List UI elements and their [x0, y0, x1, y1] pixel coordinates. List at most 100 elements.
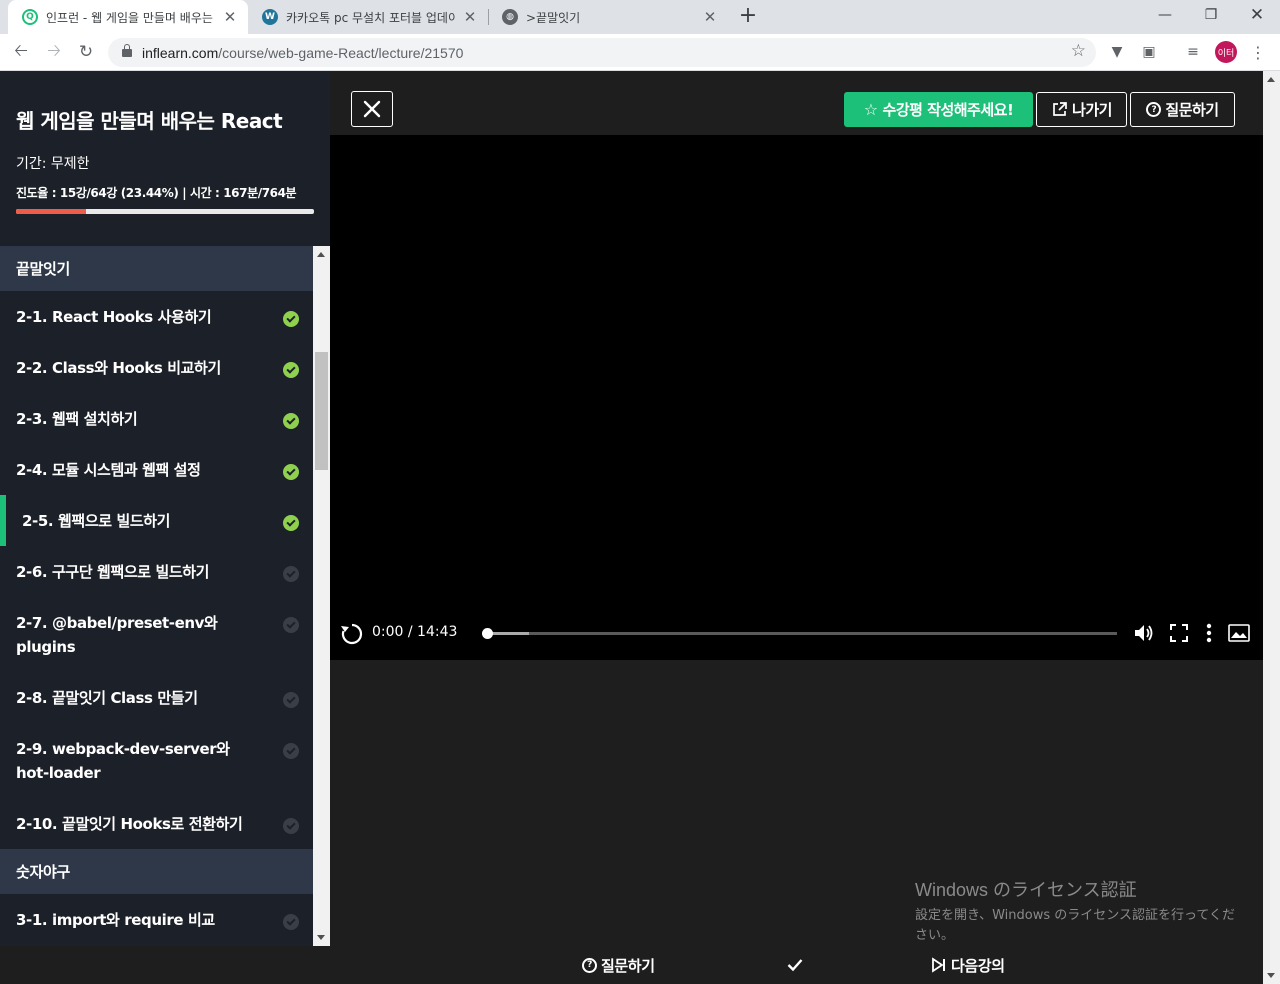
lecture-title: 2-1. React Hooks 사용하기 [16, 308, 212, 326]
lecture-title: 2-2. Class와 Hooks 비교하기 [16, 359, 221, 377]
watermark-title: Windows のライセンス認証 [915, 880, 1137, 900]
incomplete-check-icon [283, 818, 299, 834]
volume-icon[interactable] [1132, 621, 1156, 645]
browser-tab-kakao[interactable]: W 카카오톡 pc 무설치 포터블 업데이 ✕ [248, 0, 488, 34]
lecture-item[interactable]: 2-4. 모듈 시스템과 웹팩 설정 [0, 444, 313, 495]
bottom-question-label: 질문하기 [601, 956, 655, 975]
page-scrollbar[interactable] [1263, 71, 1280, 984]
next-lecture-button[interactable]: 다음강의 [931, 946, 1005, 984]
browser-toolbar: 🡠 🡢 ↻ inflearn.com/course/web-game-React… [0, 34, 1280, 71]
scroll-down-arrow-icon[interactable] [317, 935, 325, 940]
lecture-item[interactable]: 2-9. webpack-dev-server와 hot-loader [0, 723, 313, 798]
bottom-question-button[interactable]: ? 질문하기 [582, 946, 655, 984]
lecture-item[interactable]: 2-6. 구구단 웹팩으로 빌드하기 [0, 546, 313, 597]
windows-activation-watermark: Windows のライセンス認証 設定を開き、Windows のライセンス認証を… [915, 876, 1245, 946]
fullscreen-icon[interactable] [1167, 621, 1191, 645]
lecture-title: 2-3. 웹팩 설치하기 [16, 410, 138, 428]
extension-box-icon[interactable]: ▣ [1139, 42, 1159, 62]
completed-check-icon [283, 362, 299, 378]
lecture-item[interactable]: 2-8. 끝말잇기 Class 만들기 [0, 672, 313, 723]
exit-button[interactable]: 나가기 [1036, 92, 1127, 127]
progress-bar [16, 209, 314, 214]
browser-menu-icon[interactable]: ⋮ [1248, 42, 1268, 62]
tab-close-icon[interactable]: ✕ [462, 8, 478, 26]
more-options-icon[interactable] [1197, 621, 1221, 645]
forward-arrow-icon[interactable]: 🡢 [42, 40, 66, 64]
lecture-title: 2-5. 웹팩으로 빌드하기 [22, 512, 171, 530]
lecture-title: 2-8. 끝말잇기 Class 만들기 [16, 689, 198, 707]
tab-close-icon[interactable]: ✕ [222, 8, 238, 26]
url-host: inflearn.com [142, 44, 219, 61]
review-label: 수강평 작성해주세요! [882, 101, 1014, 119]
close-lecture-button[interactable] [351, 91, 393, 127]
completed-check-icon [283, 464, 299, 480]
media-queue-icon[interactable]: ≡ [1183, 42, 1203, 62]
incomplete-check-icon [283, 692, 299, 708]
bookmark-star-icon[interactable]: ☆ [1071, 41, 1086, 61]
browser-tab-inflearn[interactable]: Q 인프런 - 웹 게임을 만들며 배우는 ✕ [8, 0, 248, 34]
address-bar[interactable]: inflearn.com/course/web-game-React/lectu… [108, 38, 1096, 67]
lecture-bottom-bar: ? 질문하기 다음강의 [0, 946, 1263, 984]
video-player[interactable]: 0:00 / 14:43 [330, 135, 1263, 660]
close-x-icon [363, 100, 381, 118]
url-path: /course/web-game-React/lecture/21570 [218, 44, 464, 61]
lecture-item[interactable]: 2-1. React Hooks 사용하기 [0, 291, 313, 342]
section-header[interactable]: 끝말잇기 [0, 246, 313, 291]
lecture-list: 끝말잇기 2-1. React Hooks 사용하기 2-2. Class와 Hoo… [0, 246, 313, 945]
completed-check-icon [283, 311, 299, 327]
new-tab-plus-icon[interactable]: + [736, 5, 760, 29]
mark-complete-button[interactable] [787, 946, 803, 984]
exit-label: 나가기 [1072, 101, 1112, 119]
lecture-title: 3-1. import와 require 비교 [16, 911, 215, 929]
window-close-icon[interactable]: ✕ [1234, 0, 1280, 30]
course-title: 웹 게임을 만들며 배우는 React [16, 109, 283, 133]
inflearn-favicon-icon: Q [22, 9, 38, 25]
lecture-main: ☆ 수강평 작성해주세요! 나가기 ? 질문하기 0:00 / 14:43 Wi… [330, 71, 1263, 946]
tab-close-icon[interactable]: ✕ [702, 8, 718, 26]
section-header[interactable]: 숫자야구 [0, 849, 313, 894]
lecture-item[interactable]: 2-7. @babel/preset-env와 plugins [0, 597, 313, 672]
extension-v-icon[interactable]: ▼ [1107, 42, 1127, 62]
browser-tab-strip: Q 인프런 - 웹 게임을 만들며 배우는 ✕ W 카카오톡 pc 무설치 포터… [0, 0, 1280, 34]
sidebar-scrollbar[interactable] [313, 246, 330, 946]
question-circle-icon: ? [1146, 102, 1162, 117]
reload-icon[interactable]: ↻ [74, 40, 98, 64]
scroll-up-arrow-icon[interactable] [317, 252, 325, 257]
lecture-item[interactable]: 2-3. 웹팩 설치하기 [0, 393, 313, 444]
checkmark-icon [787, 959, 803, 972]
lecture-title: 2-9. webpack-dev-server와 hot-loader [16, 740, 230, 782]
tab-title: 카카오톡 pc 무설치 포터블 업데이 [286, 10, 456, 25]
lecture-item[interactable]: 2-2. Class와 Hooks 비교하기 [0, 342, 313, 393]
lock-icon [122, 43, 132, 57]
lecture-item[interactable]: 2-10. 끝말잇기 Hooks로 전환하기 [0, 798, 313, 849]
lecture-item[interactable]: 3-1. import와 require 비교 [0, 894, 313, 945]
scrollbar-thumb[interactable] [315, 352, 328, 470]
url-text[interactable]: inflearn.com/course/web-game-React/lectu… [142, 45, 463, 61]
watermark-subtitle: 設定を開き、Windows のライセンス認証を行ってください。 [915, 908, 1235, 943]
wordpress-favicon-icon: W [262, 9, 278, 25]
seek-bar[interactable] [482, 628, 1117, 639]
lecture-item[interactable]: 2-5. 웹팩으로 빌드하기 [0, 495, 313, 546]
seek-buffered [487, 632, 530, 635]
write-review-button[interactable]: ☆ 수강평 작성해주세요! [844, 92, 1033, 127]
page-scroll-down-icon[interactable] [1267, 973, 1275, 978]
restore-icon[interactable]: ❐ [1188, 0, 1234, 30]
course-sidebar: 웹 게임을 만들며 배우는 React 기간: 무제한 진도율 : 15강/64… [0, 71, 330, 946]
video-controls: 0:00 / 14:43 [330, 613, 1263, 653]
course-period: 기간: 무제한 [16, 156, 90, 172]
profile-avatar[interactable]: 이터 [1215, 41, 1237, 63]
minimize-icon[interactable]: — [1142, 0, 1188, 30]
next-lecture-label: 다음강의 [951, 956, 1005, 975]
page-scroll-up-icon[interactable] [1267, 77, 1275, 82]
replay-icon[interactable] [340, 622, 364, 646]
ask-question-button[interactable]: ? 질문하기 [1130, 92, 1235, 127]
external-link-icon [1053, 102, 1067, 116]
back-arrow-icon[interactable]: 🡠 [9, 40, 33, 64]
globe-favicon-icon: ◍ [502, 9, 518, 25]
browser-tab-wordchain[interactable]: ◍ >끝말잇기 ✕ [488, 0, 728, 34]
progress-text: 진도율 : 15강/64강 (23.44%) | 시간 : 167분/764분 [16, 186, 297, 200]
picture-in-picture-icon[interactable] [1227, 621, 1251, 645]
question-circle-icon: ? [582, 957, 597, 973]
skip-next-icon [932, 957, 945, 973]
seek-knob[interactable] [482, 628, 493, 639]
